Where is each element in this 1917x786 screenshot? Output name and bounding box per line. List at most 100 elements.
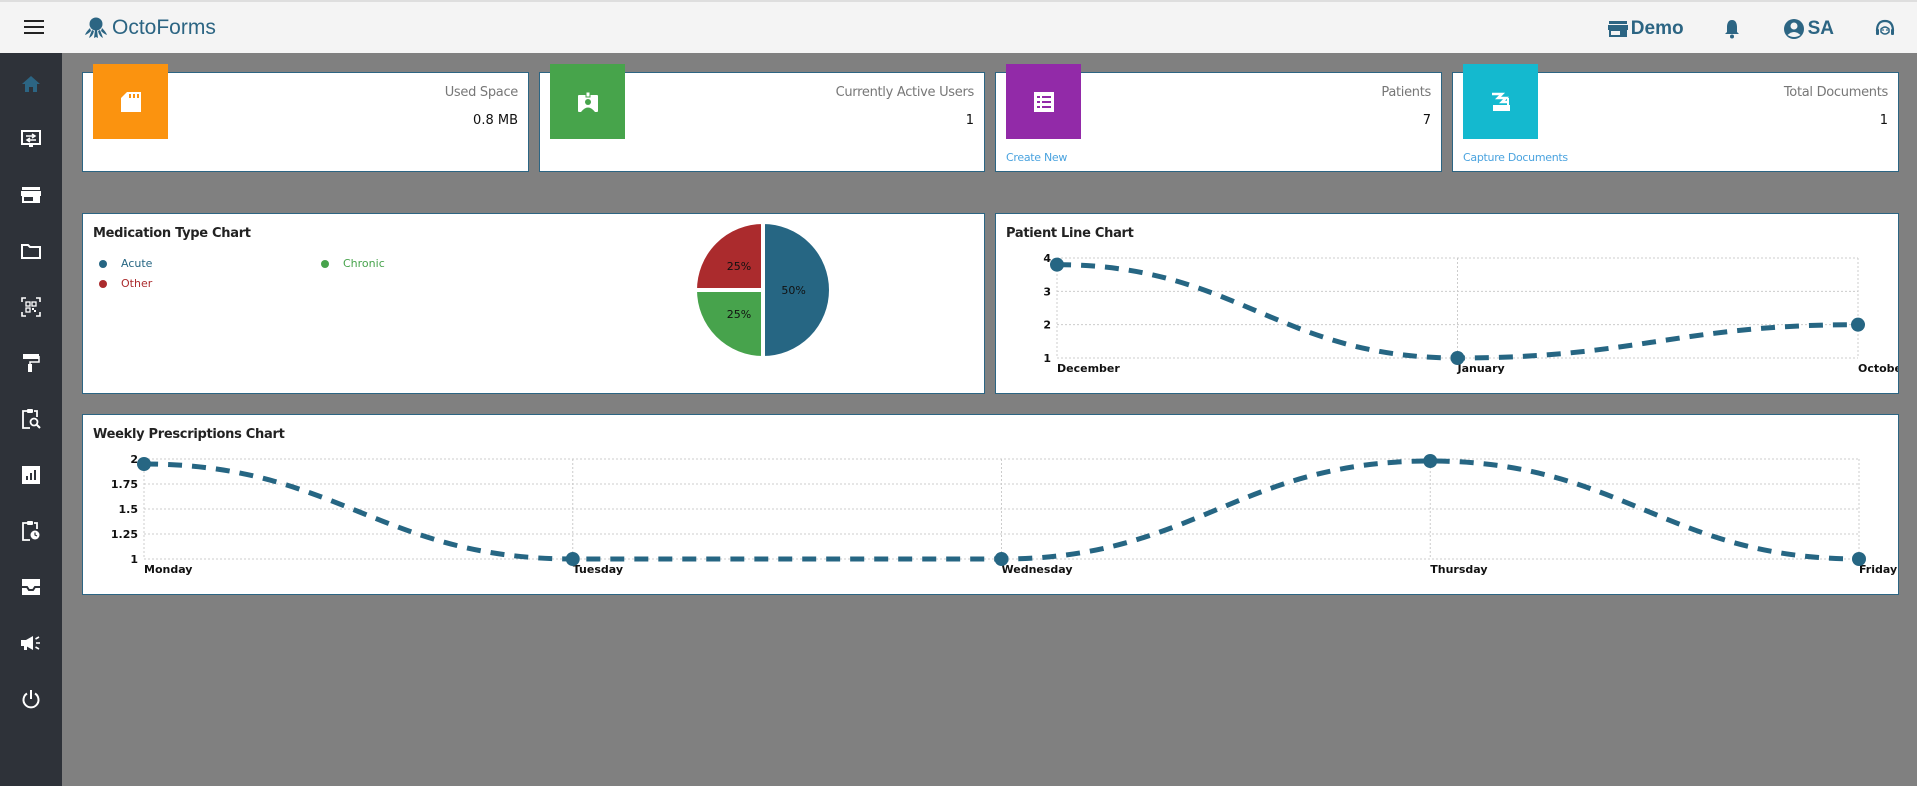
y-tick-label: 1 <box>1043 352 1051 365</box>
sidebar-item-forms[interactable] <box>20 128 42 150</box>
legend-dot <box>99 279 107 288</box>
pie-slice-other[interactable] <box>692 219 765 292</box>
legend-item-other[interactable]: Other <box>99 277 152 290</box>
legend-dot <box>321 259 329 268</box>
medication-pie-chart: 50% 25% 25% <box>692 219 833 361</box>
stat-card-used-space: Used Space 0.8 MB <box>82 64 529 172</box>
stat-icon-tile <box>550 64 625 139</box>
sd-card-icon <box>120 91 141 112</box>
sidebar-item-search-forms[interactable] <box>20 408 42 430</box>
analytics-icon <box>22 466 40 484</box>
x-tick-label: Friday <box>1859 563 1897 576</box>
sidebar-item-home[interactable] <box>20 73 42 95</box>
y-tick-label: 4 <box>1043 252 1051 265</box>
data-point-friday[interactable] <box>1852 552 1866 566</box>
legend-item-acute[interactable]: Acute <box>99 257 152 270</box>
stat-value: 7 <box>1422 113 1431 128</box>
weekly-prescriptions-chart-card: Weekly Prescriptions Chart 1 1.25 1.5 1.75 2… <box>82 414 1899 595</box>
app-name: OctoForms <box>112 16 216 39</box>
legend-item-chronic[interactable]: Chronic <box>321 257 385 270</box>
stat-label: Used Space <box>444 85 519 100</box>
create-new-patient-link[interactable]: Create New <box>1006 151 1067 164</box>
home-icon <box>22 76 40 92</box>
legend-label: Chronic <box>343 257 385 270</box>
x-tick-label: Thursday <box>1430 563 1487 576</box>
sidebar <box>0 53 62 786</box>
top-bar: OctoForms Demo SA <box>0 0 1917 53</box>
megaphone-icon <box>21 636 40 650</box>
stat-card-total-documents: Total Documents 1 Capture Documents <box>1452 64 1899 172</box>
y-tick-label: 1.25 <box>111 528 138 541</box>
y-tick-label: 1.5 <box>119 503 139 516</box>
data-point-october[interactable] <box>1851 317 1865 332</box>
x-tick-label: Tuesday <box>573 563 623 576</box>
y-tick-label: 2 <box>1043 319 1051 332</box>
octopus-icon <box>85 17 107 38</box>
sidebar-item-logout[interactable] <box>20 688 42 710</box>
stat-card-active-users: Currently Active Users 1 <box>539 64 985 172</box>
weekly-prescriptions-line-chart: 1 1.25 1.5 1.75 2 Monday Tuesday Wednesday Thurs… <box>111 453 1897 576</box>
sidebar-item-qr[interactable] <box>20 296 42 318</box>
data-point-january[interactable] <box>1450 351 1465 365</box>
organization-label: Demo <box>1630 17 1684 39</box>
account-circle-icon <box>1783 18 1804 39</box>
legend-label: Acute <box>121 257 153 270</box>
pie-label: 25% <box>727 260 751 273</box>
clipboard-search-icon <box>22 409 41 429</box>
stat-icon-tile <box>1006 64 1081 139</box>
patient-line-chart: 1 2 3 4 December January October <box>1043 252 1898 375</box>
user-initials: SA <box>1807 17 1834 39</box>
stat-icon-tile <box>1463 64 1538 139</box>
data-point-tuesday[interactable] <box>565 552 580 566</box>
stat-label: Patients <box>1381 85 1431 100</box>
stat-label: Currently Active Users <box>835 85 975 100</box>
scanner-icon <box>1491 92 1510 111</box>
support-button[interactable] <box>1874 18 1899 40</box>
sidebar-item-inbox[interactable] <box>20 576 42 598</box>
sidebar-item-analytics[interactable] <box>20 464 42 486</box>
form-transfer-icon <box>21 130 41 147</box>
brand-logo[interactable]: OctoForms <box>84 16 216 40</box>
y-tick-label: 2 <box>130 453 138 466</box>
id-badge-icon <box>577 91 598 112</box>
sidebar-item-folders[interactable] <box>20 240 42 262</box>
sidebar-item-store[interactable] <box>20 184 42 206</box>
menu-icon[interactable] <box>24 20 44 34</box>
pie-label: 25% <box>727 308 751 321</box>
x-tick-label: Wednesday <box>1002 563 1073 576</box>
data-point-thursday[interactable] <box>1423 454 1438 468</box>
user-menu[interactable]: SA <box>1783 18 1834 40</box>
list-icon <box>1033 91 1054 112</box>
inbox-icon <box>22 579 40 595</box>
qr-code-icon <box>21 297 41 317</box>
power-icon <box>22 690 40 709</box>
capture-documents-link[interactable]: Capture Documents <box>1463 151 1568 164</box>
x-tick-label: Monday <box>144 563 192 576</box>
stat-value: 1 <box>965 113 974 128</box>
support-agent-icon <box>1875 19 1895 35</box>
medication-type-chart-card: Medication Type Chart Acute Other Chroni… <box>82 213 985 394</box>
y-tick-label: 1 <box>130 553 138 566</box>
sidebar-item-themes[interactable] <box>20 352 42 374</box>
x-tick-label: January <box>1457 362 1505 375</box>
y-tick-label: 1.75 <box>111 478 138 491</box>
sidebar-item-history[interactable] <box>20 520 42 542</box>
organization-switcher[interactable]: Demo <box>1607 17 1684 40</box>
notifications-button[interactable] <box>1724 19 1743 39</box>
store-icon <box>21 187 41 203</box>
stat-icon-tile <box>93 64 168 139</box>
data-point-monday[interactable] <box>137 457 151 471</box>
legend-dot <box>99 259 107 268</box>
x-tick-label: December <box>1057 362 1120 375</box>
patient-line-chart-card: Patient Line Chart 1 2 3 4 December January Oc… <box>995 213 1899 394</box>
pie-slice-chronic[interactable] <box>692 288 765 361</box>
store-icon <box>1607 20 1628 37</box>
data-point-wednesday[interactable] <box>994 552 1009 566</box>
x-tick-label: October <box>1858 362 1898 375</box>
data-point-december[interactable] <box>1050 257 1064 272</box>
paint-roller-icon <box>23 354 40 372</box>
sidebar-item-announcements[interactable] <box>20 632 42 654</box>
legend-label: Other <box>121 277 153 290</box>
stat-value: 0.8 MB <box>473 113 518 128</box>
stat-card-patients: Patients 7 Create New <box>995 64 1442 172</box>
